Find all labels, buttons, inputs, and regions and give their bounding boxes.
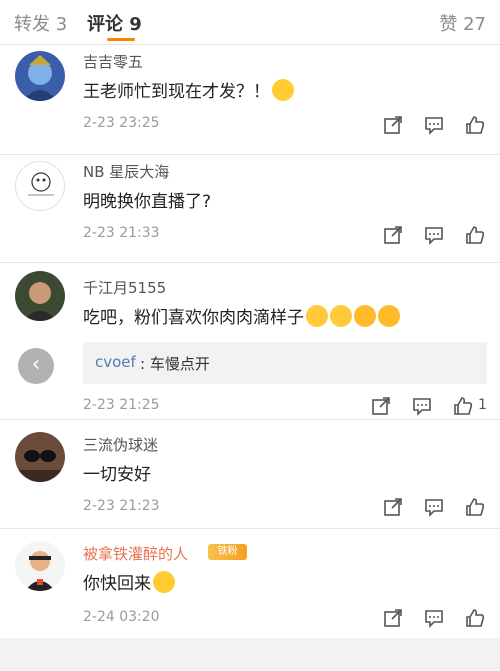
like-icon[interactable]: [465, 115, 485, 135]
kiss-emoji-icon: [330, 305, 352, 327]
comment-icon[interactable]: [424, 225, 444, 245]
repost-icon[interactable]: [371, 396, 391, 416]
username[interactable]: 吉吉零五: [83, 51, 143, 72]
username[interactable]: 被拿铁灌醉的人: [83, 543, 188, 564]
kiss-emoji-icon: [306, 305, 328, 327]
comment-time: 2-23 21:25: [83, 397, 160, 413]
reply-text: : 车慢点开: [140, 355, 210, 373]
username[interactable]: 千江月5155: [83, 277, 166, 298]
repost-icon[interactable]: [383, 608, 403, 628]
comment-tabs: 转发 3 评论 9 赞 27: [0, 0, 500, 45]
repost-icon[interactable]: [383, 225, 403, 245]
avatar[interactable]: [15, 432, 65, 482]
comment-item: 千江月5155 吃吧，粉们喜欢你肉肉滴样子 cvoef : 车慢点开 2-23 …: [0, 263, 500, 420]
comment-text: 一切安好: [83, 465, 151, 485]
grin-emoji-icon: [272, 79, 294, 101]
username[interactable]: NB 星辰大海: [83, 161, 169, 182]
like-icon[interactable]: [453, 396, 473, 416]
tab-reposts[interactable]: 转发 3: [14, 10, 67, 36]
username[interactable]: 三流伪球迷: [83, 434, 158, 455]
comment-item: 三流伪球迷 一切安好 2-23 21:23: [0, 420, 500, 529]
comment-text: 王老师忙到现在才发？！: [83, 77, 294, 102]
laugh-cry-emoji-icon: [153, 571, 175, 593]
comment-item: 吉吉零五 王老师忙到现在才发？！ 2-23 23:25: [0, 45, 500, 155]
reply-preview[interactable]: cvoef : 车慢点开: [83, 342, 487, 384]
comment-icon[interactable]: [424, 115, 444, 135]
reply-username[interactable]: cvoef: [95, 353, 136, 371]
comment-text: 明晚换你直播了?: [83, 192, 212, 212]
active-tab-indicator: [107, 38, 135, 41]
comment-time: 2-23 23:25: [83, 115, 160, 131]
like-icon[interactable]: [465, 497, 485, 517]
tab-likes[interactable]: 赞 27: [439, 10, 486, 36]
avatar[interactable]: [15, 271, 65, 321]
chevron-left-icon: ‹: [31, 352, 41, 377]
comment-time: 2-24 03:20: [83, 609, 160, 625]
repost-icon[interactable]: [383, 497, 403, 517]
avatar[interactable]: [15, 161, 65, 211]
comment-time: 2-23 21:33: [83, 225, 160, 241]
avatar[interactable]: [15, 51, 65, 101]
comment-icon[interactable]: [424, 497, 444, 517]
comment-item: 被拿铁灌醉的人 铁粉 你快回来 2-24 03:20: [0, 529, 500, 638]
comment-list: 吉吉零五 王老师忙到现在才发？！ 2-23 23:25 NB 星辰大海 明晚换你…: [0, 45, 500, 638]
fan-badge: 铁粉: [208, 544, 247, 560]
back-button[interactable]: ‹: [18, 348, 54, 384]
tongue-emoji-icon: [378, 305, 400, 327]
like-count: 1: [478, 397, 487, 413]
comment-time: 2-23 21:23: [83, 498, 160, 514]
like-icon[interactable]: [465, 225, 485, 245]
comment-text: 你快回来: [83, 569, 175, 594]
repost-icon[interactable]: [383, 115, 403, 135]
avatar[interactable]: [15, 541, 65, 591]
comment-text: 吃吧，粉们喜欢你肉肉滴样子: [83, 303, 400, 328]
comment-icon[interactable]: [412, 396, 432, 416]
tab-comments[interactable]: 评论 9: [87, 10, 142, 36]
tongue-emoji-icon: [354, 305, 376, 327]
comment-item: NB 星辰大海 明晚换你直播了? 2-23 21:33: [0, 155, 500, 263]
comment-icon[interactable]: [424, 608, 444, 628]
like-icon[interactable]: [465, 608, 485, 628]
